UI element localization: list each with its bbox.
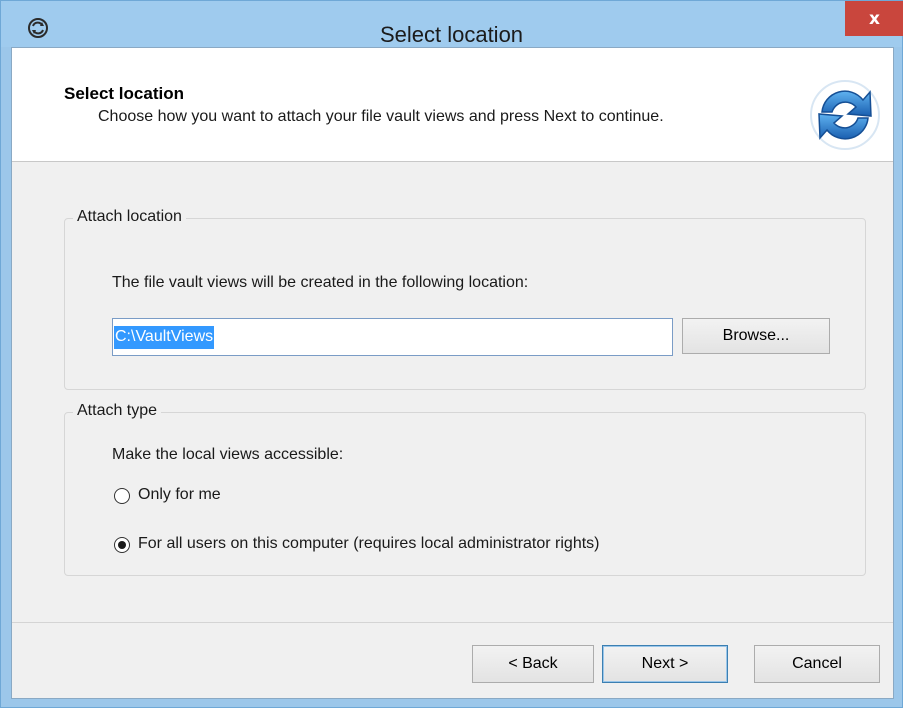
next-button-label: Next > — [641, 655, 689, 672]
access-description: Make the local views accessible: — [112, 446, 344, 463]
dialog-window: Select location x Select location Choose… — [0, 0, 903, 708]
wizard-header: Select location Choose how you want to a… — [12, 48, 893, 162]
window-title: Select location — [379, 22, 524, 47]
attach-location-legend: Attach location — [73, 208, 186, 226]
location-description: The file vault views will be created in … — [112, 274, 529, 291]
header-title: Select location — [64, 84, 184, 103]
back-button-label: < Back — [508, 655, 558, 672]
close-button[interactable]: x — [845, 1, 903, 36]
back-button[interactable]: < Back — [472, 645, 594, 683]
only-for-me-label[interactable]: Only for me — [138, 486, 221, 504]
browse-button[interactable]: Browse... — [682, 318, 830, 354]
footer-divider — [12, 622, 893, 623]
header-subtitle: Choose how you want to attach your file … — [98, 108, 664, 125]
radio-selected-dot — [118, 541, 126, 549]
dialog-client-area: Select location Choose how you want to a… — [11, 47, 894, 699]
browse-button-label: Browse... — [722, 327, 790, 344]
title-bar[interactable]: Select location x — [1, 1, 903, 47]
only-for-me-radio[interactable] — [114, 488, 130, 504]
cancel-button-label: Cancel — [792, 655, 842, 672]
sync-arrows-icon — [810, 80, 880, 150]
attach-location-group: Attach location — [64, 208, 866, 390]
cancel-button[interactable]: Cancel — [754, 645, 880, 683]
all-users-radio[interactable] — [114, 537, 130, 553]
location-path-input[interactable]: C:\VaultViews — [112, 318, 673, 356]
attach-type-legend: Attach type — [73, 402, 162, 420]
next-button[interactable]: Next > — [602, 645, 728, 683]
location-path-value: C:\VaultViews — [114, 326, 215, 349]
all-users-label[interactable]: For all users on this computer (requires… — [138, 535, 600, 553]
